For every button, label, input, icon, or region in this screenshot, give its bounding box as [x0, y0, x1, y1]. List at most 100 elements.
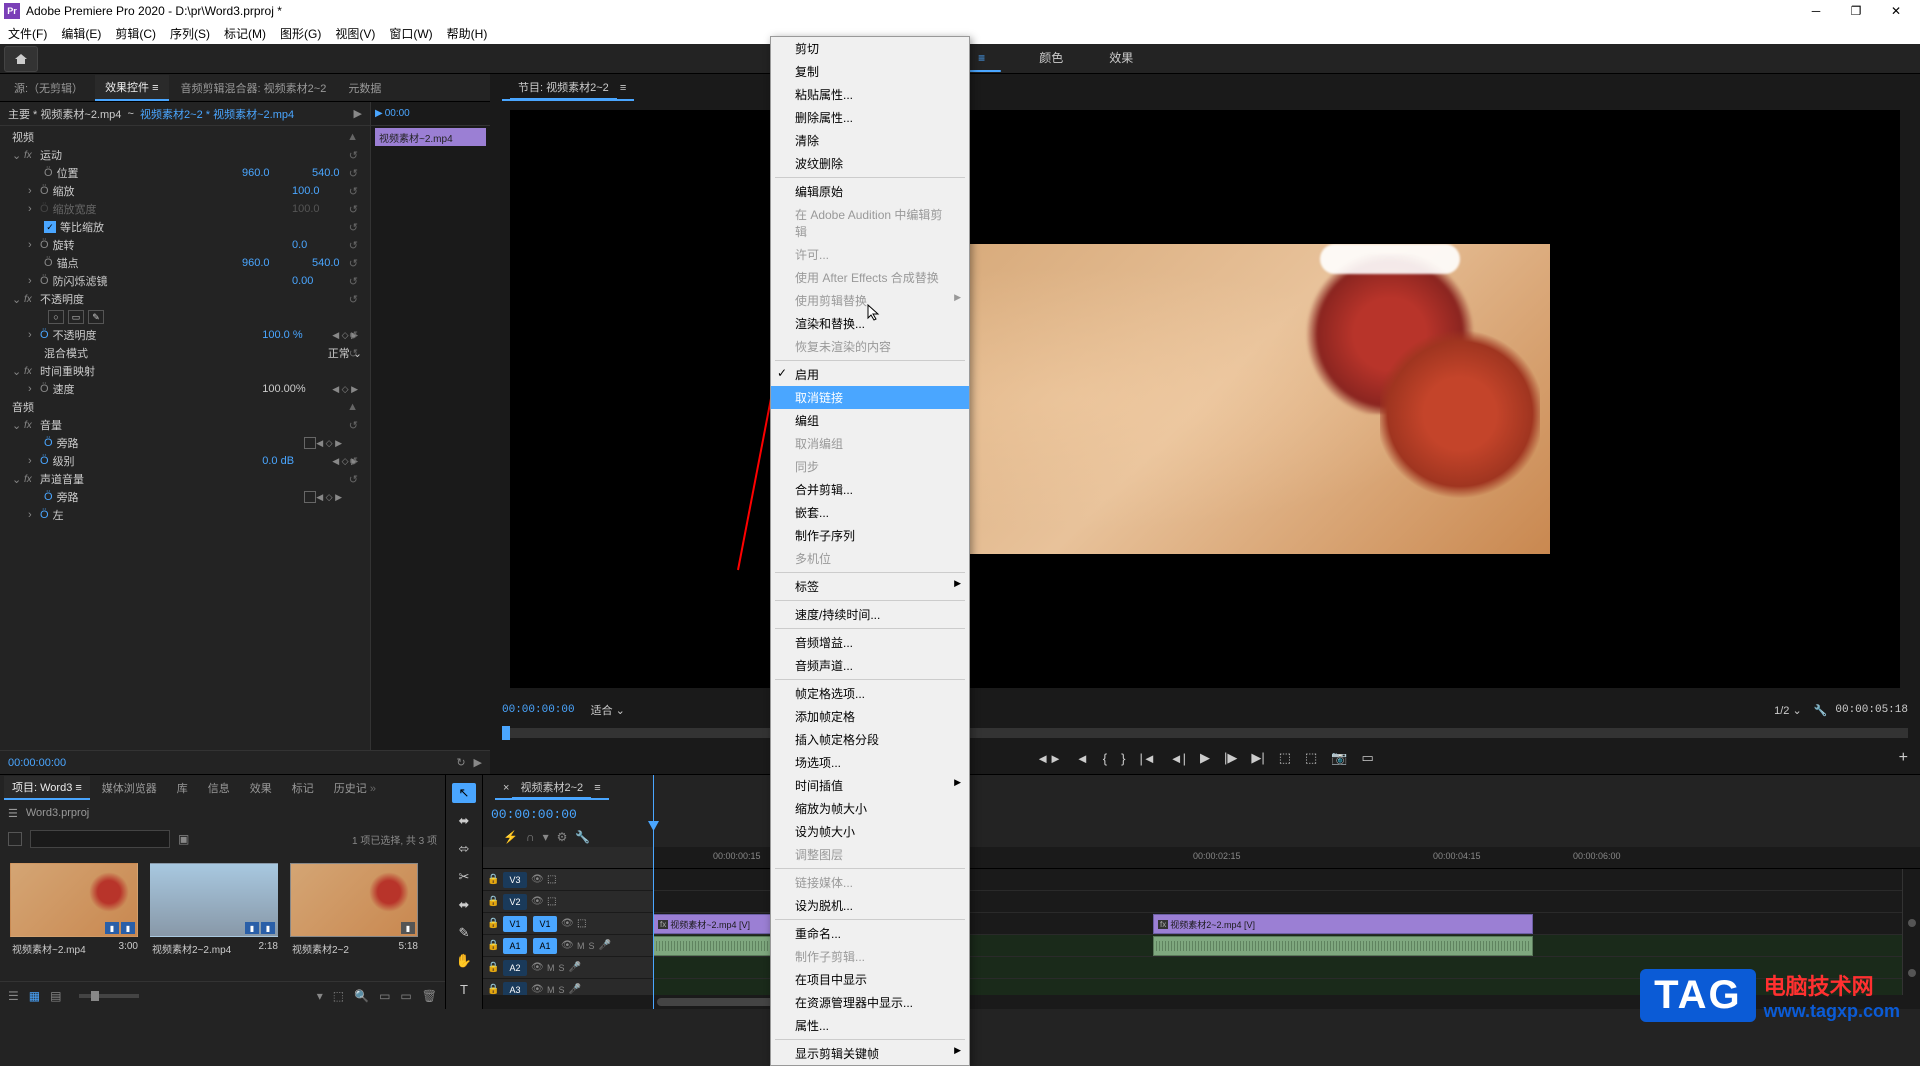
menu-item[interactable]: 清除	[771, 129, 969, 152]
scrollbar-thumb[interactable]	[657, 998, 777, 1006]
step-back-icon[interactable]: ◄|	[1170, 751, 1186, 766]
timeline-tab[interactable]: × 视频素材2~2 ≡	[495, 776, 609, 800]
linked-selection-icon[interactable]: ∩	[526, 830, 535, 844]
menu-item[interactable]: 设为帧大小	[771, 820, 969, 843]
uniform-checkbox[interactable]: ✓	[44, 221, 56, 233]
thumb-3[interactable]: ▮ 视频素材2~25:18	[290, 863, 420, 960]
eye-icon[interactable]: 👁	[531, 874, 543, 885]
menu-item[interactable]: 剪切	[771, 37, 969, 60]
stopwatch-icon[interactable]: Ö	[44, 167, 53, 179]
menu-item[interactable]: 场选项...	[771, 751, 969, 774]
menu-graphics[interactable]: 图形(G)	[280, 25, 321, 42]
tab-metadata[interactable]: 元数据	[338, 76, 391, 100]
menu-item[interactable]: 设为脱机...	[771, 894, 969, 917]
menu-item[interactable]: 制作子序列	[771, 524, 969, 547]
menu-item[interactable]: 时间插值▶	[771, 774, 969, 797]
export-icon[interactable]: ▶	[474, 756, 482, 769]
bypass-checkbox[interactable]	[304, 437, 316, 449]
tab-media-browser[interactable]: 媒体浏览器	[94, 777, 165, 799]
zoom-slider[interactable]	[79, 994, 139, 998]
rect-mask[interactable]: ▭	[68, 310, 84, 324]
freeform-view-icon[interactable]: ▤	[50, 989, 61, 1003]
menu-item[interactable]: 在项目中显示	[771, 968, 969, 991]
arrow-right-icon[interactable]: ▶	[354, 107, 362, 120]
menu-item[interactable]: 音频增益...	[771, 631, 969, 654]
thumb-2[interactable]: ▮▮ 视频素材2~2.mp42:18	[150, 863, 280, 960]
timecode-right[interactable]: 00:00:05:18	[1835, 704, 1908, 716]
menu-item[interactable]: 粘贴属性...	[771, 83, 969, 106]
collapse-icon[interactable]: ▲	[347, 131, 358, 143]
workspace-effects[interactable]: 效果	[1101, 45, 1141, 72]
workspace-color[interactable]: 颜色	[1031, 45, 1071, 72]
menu-item[interactable]: 删除属性...	[771, 106, 969, 129]
lock-icon[interactable]: 🔒	[487, 874, 499, 885]
menu-item[interactable]: 编组	[771, 409, 969, 432]
track-v2-header[interactable]: 🔒V2👁⬚	[483, 891, 653, 913]
menu-item[interactable]: 标签▶	[771, 575, 969, 598]
tab-libraries[interactable]: 库	[169, 777, 196, 799]
menu-window[interactable]: 窗口(W)	[389, 25, 432, 42]
menu-item[interactable]: 重命名...	[771, 922, 969, 945]
close-button[interactable]: ✕	[1876, 0, 1916, 22]
add-button-icon[interactable]: +	[1899, 749, 1908, 767]
menu-item[interactable]: 波纹删除	[771, 152, 969, 175]
type-tool-icon[interactable]: T	[452, 979, 476, 999]
menu-help[interactable]: 帮助(H)	[447, 25, 488, 42]
insert-icon[interactable]: {	[1103, 751, 1107, 766]
breadcrumb-back-icon[interactable]: ☰	[8, 807, 18, 820]
track-v1-header[interactable]: 🔒V1V1👁⬚	[483, 913, 653, 935]
menu-item[interactable]: 取消链接	[771, 386, 969, 409]
menu-item[interactable]: 缩放为帧大小	[771, 797, 969, 820]
footer-timecode[interactable]: 00:00:00:00	[8, 757, 66, 769]
pen-tool-icon[interactable]: ✎	[452, 923, 476, 943]
reset-icon[interactable]: ↺	[349, 149, 358, 162]
menu-item[interactable]: 帧定格选项...	[771, 682, 969, 705]
tab-audio-mixer[interactable]: 音频剪辑混合器: 视频素材2~2	[171, 76, 337, 100]
timecode-left[interactable]: 00:00:00:00	[502, 704, 575, 716]
filter-icon[interactable]	[8, 832, 22, 846]
menu-file[interactable]: 文件(F)	[8, 25, 47, 42]
ellipse-mask[interactable]: ○	[48, 310, 64, 324]
menu-marker[interactable]: 标记(M)	[224, 25, 266, 42]
sort-icon[interactable]: ▾	[317, 989, 323, 1003]
playhead-mini[interactable]	[502, 726, 510, 740]
motion-row[interactable]: ⌄fx运动↺	[8, 146, 362, 164]
menu-item[interactable]: 添加帧定格	[771, 705, 969, 728]
tab-markers[interactable]: 标记	[284, 777, 322, 799]
track-a1-header[interactable]: 🔒A1A1👁MS🎤	[483, 935, 653, 957]
marker-icon[interactable]: ▾	[543, 830, 549, 844]
menu-edit[interactable]: 编辑(E)	[61, 25, 101, 42]
mark-in-icon[interactable]: ◄►	[1036, 751, 1062, 766]
go-end-icon[interactable]: ▶|	[1251, 750, 1264, 766]
menu-item[interactable]: 合并剪辑...	[771, 478, 969, 501]
snap-icon[interactable]: ⚡	[503, 830, 518, 844]
menu-item[interactable]: 渲染和替换...	[771, 312, 969, 335]
menu-item[interactable]: 插入帧定格分段	[771, 728, 969, 751]
audio-clip-2[interactable]	[1153, 936, 1533, 956]
settings-icon[interactable]: ⚙	[557, 830, 568, 844]
timeline-timecode[interactable]: 00:00:00:00	[491, 807, 577, 822]
ingest-icon[interactable]: ▣	[178, 832, 189, 846]
find-icon[interactable]: 🔍	[354, 989, 369, 1003]
wrench-icon[interactable]: 🔧	[1814, 704, 1828, 717]
tab-info[interactable]: 信息	[200, 777, 238, 799]
track-select-tool-icon[interactable]: ⬌	[452, 811, 476, 831]
thumb-1[interactable]: ▮▮ 视频素材~2.mp43:00	[10, 863, 140, 960]
menu-item[interactable]: 复制	[771, 60, 969, 83]
minimize-button[interactable]: ─	[1796, 0, 1836, 22]
compare-icon[interactable]: ▭	[1362, 750, 1374, 766]
tab-effects[interactable]: 效果	[242, 777, 280, 799]
wrench-timeline-icon[interactable]: 🔧	[575, 830, 590, 844]
automate-icon[interactable]: ⬚	[333, 989, 344, 1003]
menu-item[interactable]: 显示剪辑关键帧▶	[771, 1042, 969, 1065]
tab-effect-controls[interactable]: 效果控件 ≡	[95, 75, 168, 101]
extract-icon[interactable]: ⬚	[1305, 750, 1317, 766]
time-remap-row[interactable]: ⌄fx时间重映射	[8, 362, 362, 380]
new-bin-icon[interactable]: ▭	[379, 989, 390, 1003]
menu-sequence[interactable]: 序列(S)	[170, 25, 210, 42]
timeline-vscroll[interactable]	[1902, 869, 1920, 995]
tab-source[interactable]: 源:（无剪辑）	[4, 76, 93, 100]
razor-tool-icon[interactable]: ✂	[452, 867, 476, 887]
zoom-dropdown[interactable]: 1/2 ⌄	[1774, 704, 1802, 717]
overwrite-icon[interactable]: }	[1121, 751, 1125, 766]
